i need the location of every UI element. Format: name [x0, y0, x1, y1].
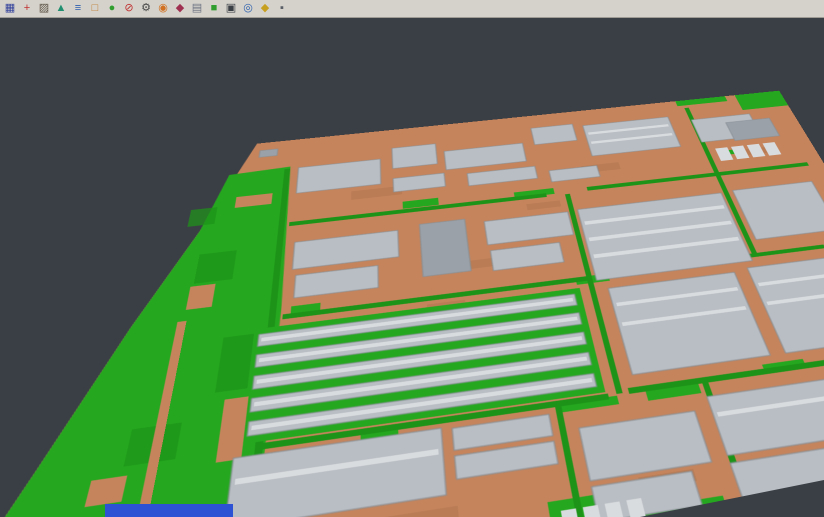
sphere-icon[interactable]: ● [104, 1, 120, 16]
tools-icon[interactable]: ▪ [274, 1, 290, 16]
layers-icon[interactable]: ≡ [70, 1, 86, 16]
open-icon[interactable]: ▨ [36, 1, 52, 16]
grid-view-icon[interactable]: ▤ [189, 1, 205, 16]
bounding-box-icon[interactable]: □ [87, 1, 103, 16]
scan-boundary-cut [640, 480, 824, 517]
application-window: ▦ + ▨ ▲ ≡ □ ● ⊘ ⚙ ◉ ◆ ▤ ■ ▣ ◎ ◆ ▪ [0, 0, 824, 517]
globe-icon[interactable]: ◎ [240, 1, 256, 16]
viewport-overlay [0, 18, 824, 517]
display-grid-icon[interactable]: ▦ [2, 1, 18, 16]
mesh-terrain-icon[interactable]: ▲ [53, 1, 69, 16]
blue-marker [105, 504, 233, 517]
viewport-3d[interactable] [0, 18, 824, 517]
point-pick-icon[interactable]: ◉ [155, 1, 171, 16]
toolbar: ▦ + ▨ ▲ ≡ □ ● ⊘ ⚙ ◉ ◆ ▤ ■ ▣ ◎ ◆ ▪ [0, 0, 824, 18]
fill-color-icon[interactable]: ■ [206, 1, 222, 16]
settings-gear-icon[interactable]: ⚙ [138, 1, 154, 16]
marker-icon[interactable]: ◆ [172, 1, 188, 16]
disable-icon[interactable]: ⊘ [121, 1, 137, 16]
measure-icon[interactable]: ◆ [257, 1, 273, 16]
camera-icon[interactable]: ▣ [223, 1, 239, 16]
add-icon[interactable]: + [19, 1, 35, 16]
